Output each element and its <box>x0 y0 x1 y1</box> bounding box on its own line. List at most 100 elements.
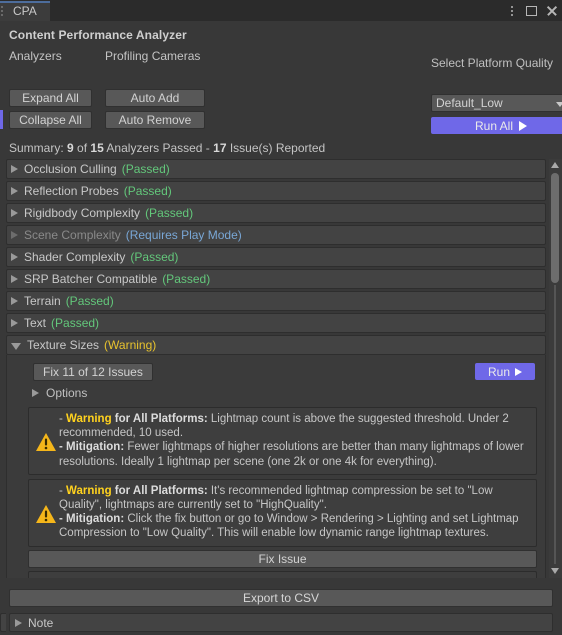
window-controls <box>506 2 558 19</box>
analyzer-status: (Passed) <box>130 250 179 264</box>
cpa-window: CPA Content Performance Analyzer Analyze… <box>0 0 562 635</box>
analyzer-name: Reflection Probes <box>24 184 119 198</box>
scroll-down-arrow-icon[interactable] <box>551 568 559 574</box>
next-issue-partial <box>28 570 537 578</box>
issue-mitigation-text: Fewer lightmaps of higher resolutions ar… <box>59 441 524 468</box>
summary-total-count: 15 <box>90 141 104 155</box>
summary-issue-count: 17 <box>213 141 227 155</box>
analyzer-row-rigidbody-complexity[interactable]: Rigidbody Complexity (Passed) <box>6 203 546 223</box>
issue-mitigation-word: - Mitigation: <box>59 513 125 526</box>
analyzer-row-occlusion-culling[interactable]: Occlusion Culling (Passed) <box>6 159 546 179</box>
run-label: Run <box>487 364 510 379</box>
close-icon[interactable] <box>546 5 558 17</box>
analyzer-status: (Passed) <box>65 294 114 308</box>
window-tab-strip: CPA <box>0 0 562 21</box>
analyzers-group-label: Analyzers <box>9 49 62 63</box>
chevron-down-icon <box>556 102 562 107</box>
kebab-menu-icon[interactable] <box>506 4 517 17</box>
analyzer-name: Text <box>24 316 47 330</box>
analyzer-name: Scene Complexity <box>24 228 121 242</box>
platform-quality-value: Default_Low <box>436 96 503 110</box>
foldout-arrow-icon[interactable] <box>11 275 18 283</box>
analyzer-list-scroll-area: Occlusion Culling (Passed) Reflection Pr… <box>0 159 562 578</box>
foldout-arrow-icon[interactable] <box>11 253 18 261</box>
texture-sizes-detail-panel: Fix 11 of 12 Issues Run Options - Warnin… <box>6 355 546 578</box>
analyzer-name: Occlusion Culling <box>24 162 117 176</box>
foldout-arrow-icon[interactable] <box>11 231 18 239</box>
fix-all-issues-button[interactable]: Fix 11 of 12 Issues <box>33 363 153 381</box>
vertical-scrollbar[interactable] <box>549 159 562 578</box>
auto-remove-button[interactable]: Auto Remove <box>105 111 205 129</box>
foldout-arrow-icon[interactable] <box>11 297 18 305</box>
analyzer-row-reflection-probes[interactable]: Reflection Probes (Passed) <box>6 181 546 201</box>
profiling-cameras-group-label: Profiling Cameras <box>105 49 201 63</box>
run-all-button[interactable]: Run All <box>431 117 562 134</box>
analyzer-row-srp-batcher-compatible[interactable]: SRP Batcher Compatible (Passed) <box>6 269 546 289</box>
analyzer-name: Texture Sizes <box>27 338 100 352</box>
warning-icon <box>33 412 59 469</box>
tab-cpa[interactable]: CPA <box>0 1 50 21</box>
fix-issue-button[interactable]: Fix Issue <box>28 549 537 568</box>
analyzer-status: (Passed) <box>145 206 194 220</box>
analyzer-name: SRP Batcher Compatible <box>24 272 158 286</box>
analyzer-name: Shader Complexity <box>24 250 126 264</box>
platform-quality-label: Select Platform Quality <box>431 56 554 70</box>
issue-text: - Warning for All Platforms: Lightmap co… <box>59 413 524 468</box>
issue-item: - Warning for All Platforms: Lightmap co… <box>28 407 537 475</box>
options-foldout[interactable]: Options <box>13 383 539 403</box>
footer-bar: Export to CSV Note <box>0 578 562 635</box>
foldout-arrow-icon[interactable] <box>11 342 21 350</box>
analyzer-status: (Requires Play Mode) <box>125 228 242 242</box>
run-analyzer-button[interactable]: Run <box>475 363 535 380</box>
note-foldout[interactable]: Note <box>9 613 553 632</box>
run-all-label: Run All <box>474 118 514 133</box>
analyzer-name: Rigidbody Complexity <box>24 206 141 220</box>
summary-text: Summary: 9 of 15 Analyzers Passed - 17 I… <box>9 141 326 155</box>
platform-quality-dropdown[interactable]: Default_Low <box>431 94 562 112</box>
foldout-arrow-icon[interactable] <box>32 389 39 397</box>
analyzer-status: (Passed) <box>123 184 172 198</box>
note-row-left-edge <box>0 613 6 632</box>
detail-toolbar: Fix 11 of 12 Issues Run <box>13 361 539 383</box>
analyzer-row-terrain[interactable]: Terrain (Passed) <box>6 291 546 311</box>
collapse-all-button[interactable]: Collapse All <box>9 111 92 129</box>
analyzer-status: (Passed) <box>162 272 211 286</box>
analyzer-list: Occlusion Culling (Passed) Reflection Pr… <box>6 159 546 578</box>
tab-drag-handle-icon <box>1 6 3 17</box>
issue-mitigation-text: Click the fix button or go to Window > R… <box>59 513 519 540</box>
foldout-arrow-icon[interactable] <box>15 618 22 627</box>
analyzer-status: (Warning) <box>104 338 157 352</box>
expand-all-button[interactable]: Expand All <box>9 89 92 107</box>
analyzer-name: Terrain <box>24 294 61 308</box>
summary-passed-count: 9 <box>67 141 74 155</box>
issue-warning-word: Warning <box>66 413 112 425</box>
tab-label: CPA <box>13 4 37 18</box>
page-title: Content Performance Analyzer <box>9 28 187 42</box>
foldout-arrow-icon[interactable] <box>11 187 18 195</box>
analyzer-row-scene-complexity[interactable]: Scene Complexity (Requires Play Mode) <box>6 225 546 245</box>
analyzer-status: (Passed) <box>51 316 100 330</box>
warning-icon <box>33 484 59 541</box>
issue-text: - Warning for All Platforms: It's recomm… <box>59 484 519 540</box>
scrollbar-track[interactable] <box>554 285 556 564</box>
foldout-arrow-icon[interactable] <box>11 319 18 327</box>
foldout-arrow-icon[interactable] <box>11 165 18 173</box>
export-to-csv-button[interactable]: Export to CSV <box>9 589 553 607</box>
analyzer-status: (Passed) <box>121 162 170 176</box>
issue-platform: for All Platforms: <box>111 484 208 497</box>
analyzer-row-texture-sizes[interactable]: Texture Sizes (Warning) <box>6 335 546 355</box>
window-body: Content Performance Analyzer Analyzers P… <box>0 21 562 635</box>
scrollbar-thumb[interactable] <box>551 173 559 283</box>
note-label: Note <box>28 615 54 630</box>
analyzer-row-shader-complexity[interactable]: Shader Complexity (Passed) <box>6 247 546 267</box>
play-icon <box>519 120 528 131</box>
issue-platform: for All Platforms: <box>111 413 208 425</box>
issue-item: - Warning for All Platforms: It's recomm… <box>28 478 537 547</box>
maximize-icon[interactable] <box>526 5 537 16</box>
analyzer-row-text[interactable]: Text (Passed) <box>6 313 546 333</box>
options-label: Options <box>46 386 88 400</box>
scroll-up-arrow-icon[interactable] <box>551 162 559 168</box>
auto-add-button[interactable]: Auto Add <box>105 89 205 107</box>
foldout-arrow-icon[interactable] <box>11 209 18 217</box>
issue-mitigation-word: - Mitigation: <box>59 441 125 454</box>
